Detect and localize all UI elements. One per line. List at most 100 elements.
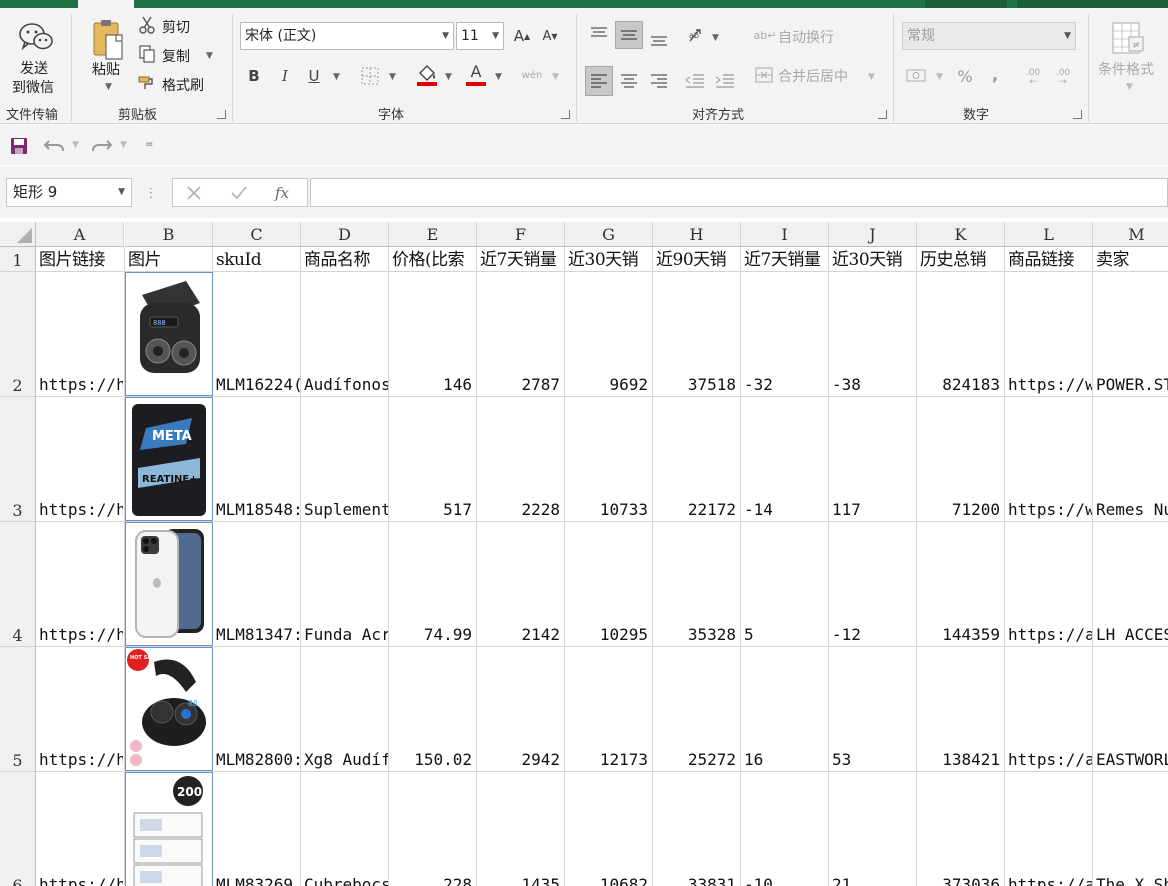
conditional-format-dropdown-icon[interactable]: ▼ [1126,82,1133,92]
cell-K3[interactable]: 71200 [917,500,1004,520]
column-header-B[interactable]: B [125,222,213,247]
column-header-F[interactable]: F [477,222,565,247]
cell-A2[interactable]: https://h [36,375,123,395]
cell-I4[interactable]: 5 [741,625,828,645]
cell-C3[interactable]: MLM18548: [213,500,300,520]
cell-E2[interactable]: 146 [389,375,476,395]
paste-dropdown-icon[interactable]: ▼ [105,82,112,92]
copy-icon[interactable] [138,45,156,63]
product-image-earbuds-hot-sale[interactable]: HOT SALE 88 [125,647,213,771]
copy-label[interactable]: 复制 [162,46,190,66]
header-cell-F[interactable]: 近7天销量 [477,250,564,270]
cell-H6[interactable]: 33831 [653,875,740,886]
header-cell-C[interactable]: skuId [213,250,300,270]
cell-D6[interactable]: Cubrebocs [301,875,388,886]
header-cell-B[interactable]: 图片 [125,250,212,270]
cell-C5[interactable]: MLM82800: [213,750,300,770]
send-wechat-label-1[interactable]: 发送 [20,58,48,78]
cell-M2[interactable]: POWER.ST [1093,375,1168,395]
cell-E6[interactable]: 228 [389,875,476,886]
conditional-format-icon[interactable]: ≠ [1110,20,1146,58]
cell-H4[interactable]: 35328 [653,625,740,645]
enter-check-icon[interactable] [228,182,250,204]
cancel-icon[interactable] [183,182,205,204]
row-header-4[interactable]: 4 [0,522,36,647]
cell-H5[interactable]: 25272 [653,750,740,770]
name-box[interactable]: 矩形 9 ▼ [6,178,132,207]
header-cell-I[interactable]: 近7天销量 [741,250,828,270]
row-header-1[interactable]: 1 [0,247,36,272]
cell-K6[interactable]: 373036 [917,875,1004,886]
header-cell-A[interactable]: 图片链接 [36,250,123,270]
product-image-earbuds-case[interactable]: 888 [125,272,213,396]
cell-I5[interactable]: 16 [741,750,828,770]
font-size-select[interactable]: 11 ▼ [456,22,504,50]
cell-A3[interactable]: https://h [36,500,123,520]
cell-F6[interactable]: 1435 [477,875,564,886]
align-right-icon[interactable] [648,70,670,92]
product-image-creatine-bag[interactable]: META REATINE+ [125,397,213,521]
cell-J2[interactable]: -38 [829,375,916,395]
clipboard-launcher-icon[interactable] [217,110,226,119]
header-cell-L[interactable]: 商品链接 [1005,250,1092,270]
cell-K5[interactable]: 138421 [917,750,1004,770]
merge-dropdown-icon[interactable]: ▼ [868,72,875,82]
cell-A6[interactable]: https://h [36,875,123,886]
cell-J4[interactable]: -12 [829,625,916,645]
cell-G2[interactable]: 9692 [565,375,652,395]
increase-indent-icon[interactable] [714,70,736,92]
orientation-icon[interactable]: ab [686,25,708,47]
header-cell-D[interactable]: 商品名称 [301,250,388,270]
column-header-H[interactable]: H [653,222,741,247]
cell-A5[interactable]: https://h [36,750,123,770]
cell-F3[interactable]: 2228 [477,500,564,520]
format-painter-icon[interactable] [138,74,156,92]
column-header-E[interactable]: E [389,222,477,247]
format-painter-label[interactable]: 格式刷 [162,75,204,95]
header-cell-G[interactable]: 近30天销 [565,250,652,270]
insert-function-icon[interactable]: fx [271,182,293,204]
cell-M3[interactable]: Remes Nu [1093,500,1168,520]
conditional-format-label[interactable]: 条件格式 [1098,59,1154,79]
cell-J3[interactable]: 117 [829,500,916,520]
wrap-text-icon[interactable]: ab↵ [754,25,777,45]
align-middle-icon[interactable] [618,24,640,46]
column-header-D[interactable]: D [301,222,389,247]
cell-C4[interactable]: MLM81347: [213,625,300,645]
cell-F5[interactable]: 2942 [477,750,564,770]
column-header-L[interactable]: L [1005,222,1093,247]
phonetic-guide-icon[interactable]: wén [520,65,544,85]
cell-D2[interactable]: Audífonos [301,375,388,395]
wrap-text-label[interactable]: 自动换行 [778,27,834,47]
cell-G3[interactable]: 10733 [565,500,652,520]
decrease-font-size-icon[interactable]: A ▼ [540,26,560,46]
wechat-send-icon[interactable] [16,20,56,56]
font-launcher-icon[interactable] [561,110,570,119]
font-color-dropdown-icon[interactable]: ▼ [495,72,502,82]
row-header-2[interactable]: 2 [0,272,36,397]
header-cell-J[interactable]: 近30天销 [829,250,916,270]
cell-D4[interactable]: Funda Acr [301,625,388,645]
cell-L3[interactable]: https://w [1005,500,1092,520]
phonetic-dropdown-icon[interactable]: ▼ [552,72,559,82]
cell-J5[interactable]: 53 [829,750,916,770]
cell-M4[interactable]: LH ACCES [1093,625,1168,645]
number-launcher-icon[interactable] [1073,110,1082,119]
fill-color-dropdown-icon[interactable]: ▼ [445,72,452,82]
select-all-button[interactable] [0,222,36,247]
cell-L5[interactable]: https://a [1005,750,1092,770]
cell-G5[interactable]: 12173 [565,750,652,770]
send-wechat-label-2[interactable]: 到微信 [12,77,54,97]
underline-button[interactable]: U [305,66,323,86]
undo-icon[interactable] [42,135,66,157]
border-icon[interactable] [360,66,380,86]
cell-J6[interactable]: 21 [829,875,916,886]
underline-dropdown-icon[interactable]: ▼ [333,72,340,82]
fill-color-icon[interactable] [416,63,438,87]
row-header-3[interactable]: 3 [0,397,36,522]
decrease-decimal-icon[interactable]: .00 → [1052,68,1074,88]
cell-C2[interactable]: MLM16224( [213,375,300,395]
cell-G6[interactable]: 10682 [565,875,652,886]
cell-M6[interactable]: The X Sh [1093,875,1168,886]
alignment-launcher-icon[interactable] [878,110,887,119]
